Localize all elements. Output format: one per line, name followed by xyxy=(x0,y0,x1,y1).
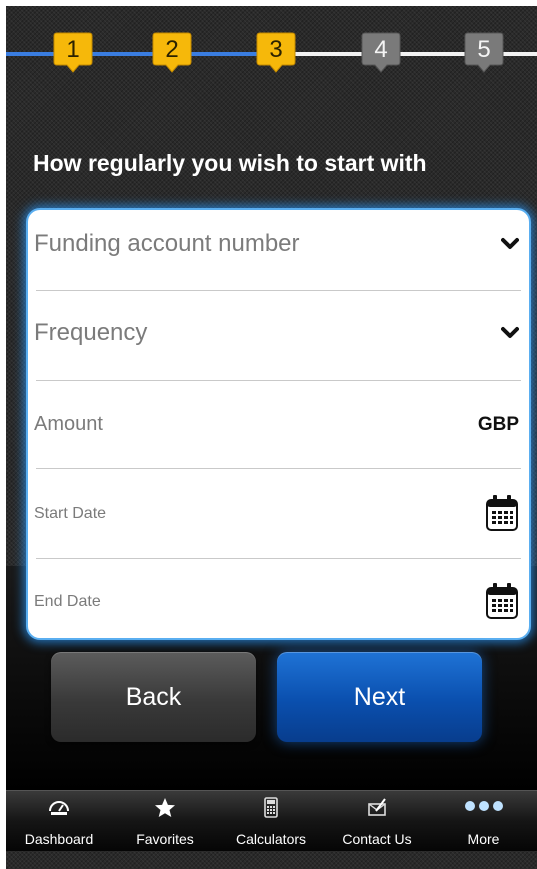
tab-label: More xyxy=(467,831,500,847)
back-button[interactable]: Back xyxy=(51,652,256,742)
divider xyxy=(36,468,521,469)
currency-label: GBP xyxy=(477,414,519,435)
step-number: 1 xyxy=(66,36,80,63)
calendar-icon[interactable] xyxy=(485,582,519,620)
tab-contact-us[interactable]: Contact Us xyxy=(324,791,430,851)
start-date-placeholder: Start Date xyxy=(34,505,107,522)
step-5[interactable]: 5 xyxy=(464,32,504,73)
regular-payment-form: Funding account number Frequency Amount … xyxy=(26,208,531,640)
dashboard-icon xyxy=(49,801,69,815)
step-1[interactable]: 1 xyxy=(53,32,93,73)
start-date-field[interactable]: Start Date xyxy=(28,476,529,564)
chevron-down-icon xyxy=(501,238,519,249)
amount-placeholder: Amount xyxy=(34,413,103,435)
step-number: 3 xyxy=(269,36,283,63)
next-button[interactable]: Next xyxy=(277,652,482,742)
more-icon xyxy=(464,801,503,811)
amount-input[interactable]: Amount GBP xyxy=(28,388,529,476)
step-number: 2 xyxy=(165,36,179,63)
divider xyxy=(36,290,521,291)
tab-calculators[interactable]: Calculators xyxy=(218,791,324,851)
frequency-placeholder: Frequency xyxy=(34,319,148,346)
star-icon xyxy=(155,798,175,817)
chevron-down-icon xyxy=(501,327,519,338)
progress-stepper: 1 2 3 4 5 xyxy=(6,6,537,96)
step-3[interactable]: 3 xyxy=(256,32,296,73)
funding-account-placeholder: Funding account number xyxy=(34,230,300,257)
tab-more[interactable]: More xyxy=(430,791,537,851)
step-number: 5 xyxy=(477,36,491,63)
divider xyxy=(36,558,521,559)
step-number: 4 xyxy=(374,36,388,63)
app-screen: 1 2 3 4 5 How regularly you wish to star… xyxy=(6,6,537,869)
tab-label: Dashboard xyxy=(24,831,94,847)
funding-account-select[interactable]: Funding account number xyxy=(28,210,529,298)
step-2[interactable]: 2 xyxy=(152,32,192,73)
tab-dashboard[interactable]: Dashboard xyxy=(6,791,112,851)
tab-label: Calculators xyxy=(235,831,307,847)
tab-label: Contact Us xyxy=(342,831,412,847)
page-title: How regularly you wish to start with xyxy=(33,150,427,176)
frequency-select[interactable]: Frequency xyxy=(28,298,529,386)
tab-bar: Dashboard Favorites Calculators Contact … xyxy=(6,790,537,851)
end-date-field[interactable]: End Date xyxy=(28,564,529,638)
end-date-placeholder: End Date xyxy=(34,593,101,610)
tab-label: Favorites xyxy=(136,831,194,847)
divider xyxy=(36,380,521,381)
step-4[interactable]: 4 xyxy=(361,32,401,73)
calendar-icon[interactable] xyxy=(485,494,519,532)
contact-icon xyxy=(368,798,386,816)
calculator-icon xyxy=(264,797,278,818)
tab-favorites[interactable]: Favorites xyxy=(112,791,218,851)
